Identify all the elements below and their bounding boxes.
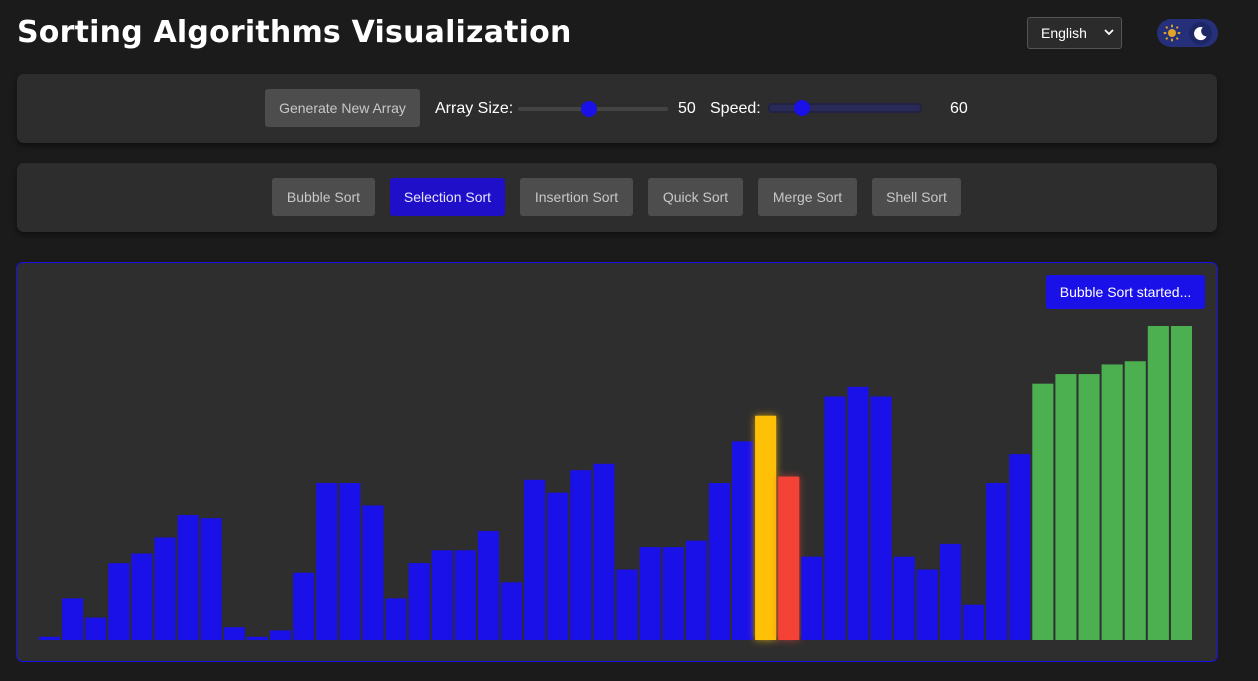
language-select-value: English	[1041, 25, 1087, 41]
array-bar	[755, 415, 777, 640]
array-bar	[639, 547, 661, 640]
array-bar	[685, 540, 707, 640]
array-bar	[270, 630, 292, 640]
chevron-down-icon	[1104, 29, 1114, 36]
array-bar	[1147, 326, 1169, 640]
array-bar	[39, 636, 61, 640]
page-title: Sorting Algorithms Visualization	[17, 15, 572, 50]
array-bar	[1055, 374, 1077, 640]
bubble-sort-button[interactable]: Bubble Sort	[272, 178, 375, 216]
array-bar	[570, 470, 592, 640]
array-bar	[154, 537, 176, 640]
array-bar	[870, 396, 892, 640]
array-bar	[847, 386, 869, 640]
array-bar	[963, 604, 985, 640]
array-bar	[593, 463, 615, 640]
array-bar	[1170, 326, 1192, 640]
quick-sort-button[interactable]: Quick Sort	[648, 178, 743, 216]
speed-thumb[interactable]	[794, 100, 811, 116]
array-bar	[1078, 374, 1100, 640]
array-bar	[801, 556, 823, 640]
sun-icon	[1163, 24, 1181, 42]
array-size-thumb[interactable]	[580, 101, 597, 117]
selection-sort-button[interactable]: Selection Sort	[390, 178, 505, 216]
array-bar	[662, 547, 684, 640]
array-bar	[1032, 383, 1054, 640]
array-bar	[131, 553, 153, 640]
array-bar	[1009, 454, 1031, 640]
array-bar	[893, 556, 915, 640]
generate-array-button[interactable]: Generate New Array	[265, 89, 420, 127]
insertion-sort-button[interactable]: Insertion Sort	[520, 178, 633, 216]
shell-sort-button[interactable]: Shell Sort	[872, 178, 961, 216]
array-size-label: Array Size:	[435, 100, 514, 117]
array-bar	[85, 617, 107, 640]
moon-icon	[1194, 27, 1207, 41]
array-bar	[1101, 364, 1123, 640]
array-bar	[778, 476, 800, 640]
speed-track	[770, 105, 920, 111]
array-bar	[316, 483, 338, 640]
array-bar	[431, 550, 453, 640]
array-bar	[177, 515, 199, 640]
array-bar	[108, 563, 130, 640]
array-bar	[62, 598, 84, 640]
array-bar	[477, 531, 499, 640]
array-bar	[293, 572, 315, 640]
array-bar	[824, 396, 846, 640]
speed-slider[interactable]	[770, 99, 920, 117]
array-bar	[986, 483, 1008, 640]
array-bar	[339, 483, 361, 640]
array-bar	[200, 518, 222, 640]
array-bar	[939, 543, 961, 640]
bar-chart	[39, 326, 1192, 640]
array-bar	[246, 636, 268, 640]
theme-toggle[interactable]	[1157, 19, 1218, 47]
visualization-area	[16, 262, 1218, 662]
theme-toggle-knob	[1189, 22, 1212, 45]
array-bar	[732, 441, 754, 640]
algorithms-panel: Bubble Sort Selection Sort Insertion Sor…	[17, 163, 1217, 232]
array-bar	[616, 569, 638, 640]
array-bar	[1124, 361, 1146, 640]
array-bar	[454, 550, 476, 640]
array-size-slider[interactable]	[518, 100, 668, 118]
array-bar	[501, 582, 523, 640]
array-bar	[408, 563, 430, 640]
merge-sort-button[interactable]: Merge Sort	[758, 178, 857, 216]
array-bar	[708, 483, 730, 640]
controls-panel: Generate New Array Array Size: 50 Speed:…	[17, 74, 1217, 143]
array-bar	[223, 627, 245, 640]
array-size-value: 50	[678, 100, 696, 117]
array-bar	[916, 569, 938, 640]
array-bar	[385, 598, 407, 640]
array-bar	[524, 479, 546, 640]
language-select[interactable]: English	[1027, 17, 1122, 49]
array-bar	[547, 492, 569, 640]
speed-label: Speed:	[710, 100, 761, 117]
speed-value: 60	[950, 100, 968, 117]
status-message: Bubble Sort started...	[1046, 275, 1205, 309]
array-bar	[362, 505, 384, 640]
